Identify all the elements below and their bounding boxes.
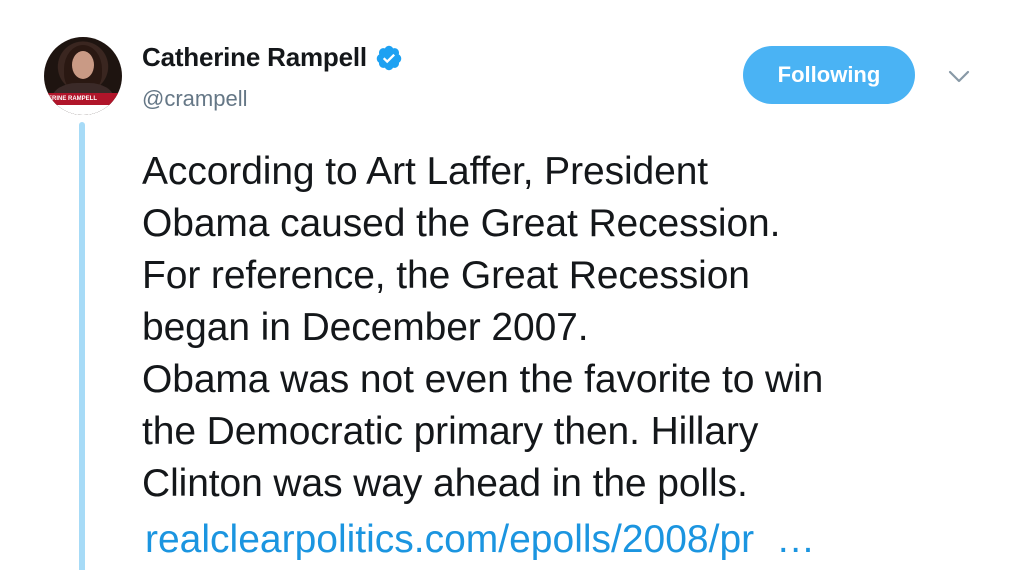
thread-line	[79, 122, 85, 570]
author-handle[interactable]: @crampell	[142, 86, 247, 112]
author-display-name[interactable]: Catherine Rampell	[142, 42, 367, 73]
avatar-banner: ERINE RAMPELL	[44, 93, 122, 105]
tweet-link[interactable]: realclearpolitics.com/epolls/2008/pr …	[145, 514, 815, 566]
author-name-row: Catherine Rampell	[142, 42, 403, 73]
tweet-card: ERINE RAMPELL Catherine Rampell @crampel…	[0, 0, 1024, 570]
chevron-down-icon[interactable]	[946, 66, 972, 86]
verified-badge-icon	[376, 45, 402, 70]
tweet-link-text: realclearpolitics.com/epolls/2008/pr	[145, 518, 755, 561]
following-button[interactable]: Following	[743, 46, 915, 104]
tweet-text: According to Art Laffer, President Obama…	[142, 150, 824, 505]
avatar[interactable]: ERINE RAMPELL	[44, 37, 122, 115]
tweet-link-ellipsis: …	[776, 518, 816, 561]
